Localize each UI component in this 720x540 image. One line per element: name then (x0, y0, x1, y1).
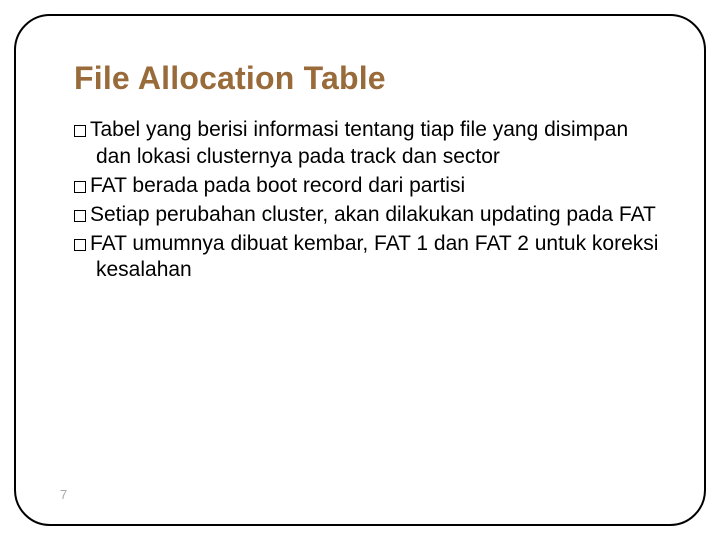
list-item: FAT umumnya dibuat kembar, FAT 1 dan FAT… (74, 231, 660, 285)
bullet-text: Tabel yang berisi informasi tentang tiap… (90, 118, 628, 168)
slide: File Allocation Table Tabel yang berisi … (0, 0, 720, 540)
bullet-text: FAT berada pada boot record dari partisi (90, 174, 465, 197)
page-number: 7 (60, 487, 67, 502)
square-bullet-icon (74, 210, 86, 222)
list-item: Tabel yang berisi informasi tentang tiap… (74, 117, 660, 171)
bullet-text: FAT umumnya dibuat kembar, FAT 1 dan FAT… (90, 232, 658, 282)
square-bullet-icon (74, 125, 86, 137)
slide-title: File Allocation Table (74, 60, 660, 97)
square-bullet-icon (74, 239, 86, 251)
bullet-text: Setiap perubahan cluster, akan dilakukan… (90, 203, 656, 226)
list-item: Setiap perubahan cluster, akan dilakukan… (74, 202, 660, 229)
bullet-list: Tabel yang berisi informasi tentang tiap… (74, 117, 660, 284)
slide-frame: File Allocation Table Tabel yang berisi … (14, 14, 706, 526)
square-bullet-icon (74, 181, 86, 193)
list-item: FAT berada pada boot record dari partisi (74, 173, 660, 200)
